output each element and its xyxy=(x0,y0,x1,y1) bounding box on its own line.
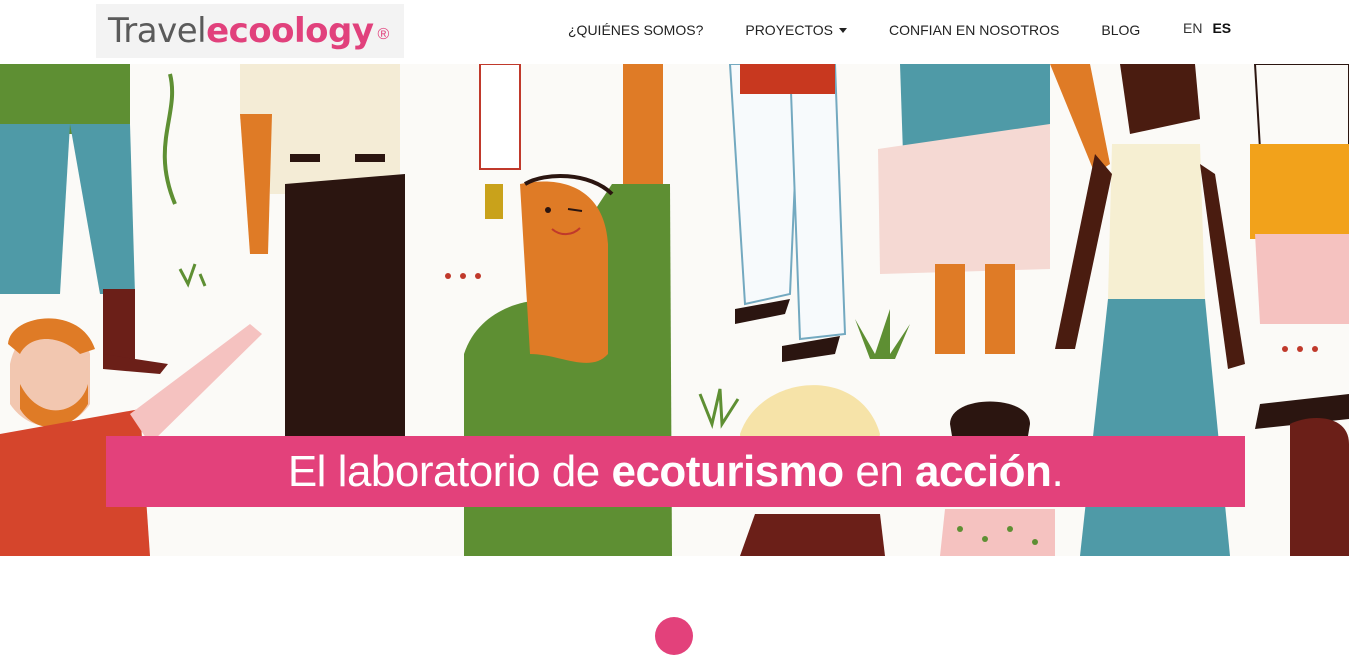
nav-item-blog[interactable]: BLOG xyxy=(1101,22,1140,38)
nav-label: PROYECTOS xyxy=(745,22,834,38)
headline-text: . xyxy=(1051,446,1064,496)
headline-text: en xyxy=(843,446,916,496)
section-marker-dot xyxy=(655,617,693,655)
nav-label: BLOG xyxy=(1101,22,1141,38)
main-nav: ¿QUIÉNES SOMOS? PROYECTOS CONFIAN EN NOS… xyxy=(568,0,1182,60)
caret-down-icon xyxy=(839,27,848,33)
hero-headline: El laboratorio de ecoturismo en acción. xyxy=(287,446,1064,497)
nav-label: ¿QUIÉNES SOMOS? xyxy=(568,22,704,38)
nav-label: CONFIAN EN NOSOTROS xyxy=(889,22,1060,38)
language-switcher: EN ES xyxy=(1183,20,1231,36)
headline-bold-accion: acción xyxy=(915,446,1052,496)
lang-en[interactable]: EN xyxy=(1183,20,1202,36)
nav-item-quienes-somos[interactable]: ¿QUIÉNES SOMOS? xyxy=(568,22,703,38)
hero-illustration: El laboratorio de ecoturismo en acción. xyxy=(0,64,1349,556)
registered-mark: ® xyxy=(377,26,390,43)
logo-text-travel: Travel xyxy=(108,11,207,51)
nav-item-confian[interactable]: CONFIAN EN NOSOTROS xyxy=(889,22,1059,38)
headline-bold-ecoturismo: ecoturismo xyxy=(611,446,844,496)
logo-text-ecoology: ecoology xyxy=(206,11,374,51)
nav-item-proyectos[interactable]: PROYECTOS xyxy=(745,22,848,38)
headline-text: El laboratorio de xyxy=(287,446,612,496)
hero-headline-banner: El laboratorio de ecoturismo en acción. xyxy=(106,436,1245,507)
lang-es[interactable]: ES xyxy=(1212,20,1231,36)
brand-logo[interactable]: Travel ecoology ® xyxy=(96,4,404,58)
site-header: Travel ecoology ® ¿QUIÉNES SOMOS? PROYECTO… xyxy=(0,0,1349,64)
